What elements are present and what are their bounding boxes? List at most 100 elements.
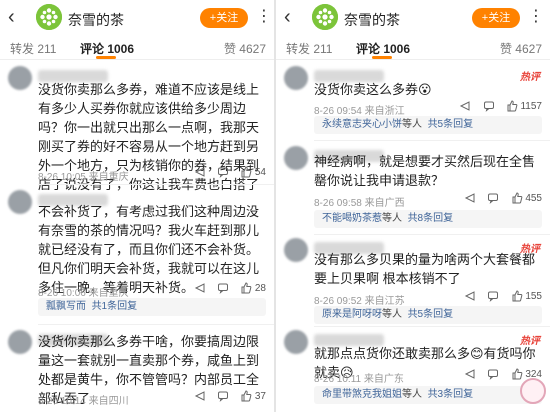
comment-icon[interactable] [217, 390, 229, 402]
active-tab-indicator [96, 56, 116, 59]
reply-count[interactable]: 共3条回复 [428, 389, 474, 400]
tab-repost[interactable]: 转发 211 [10, 40, 56, 57]
reply-count[interactable]: 共8条回复 [408, 213, 454, 224]
commenter-avatar[interactable] [8, 190, 32, 214]
brand-logo-icon [312, 4, 338, 30]
comment-meta: 8-26 09:52 来自江苏 [314, 296, 405, 307]
post-tabs: 转发 211 评论 1006 赞 4627 [0, 38, 274, 60]
comment-icon[interactable] [483, 100, 495, 112]
like-icon[interactable] [511, 192, 523, 204]
account-avatar[interactable] [36, 4, 62, 30]
reply-preview[interactable]: 命里带煞克我姐姐等人 共3条回复 [314, 386, 542, 404]
share-icon[interactable] [194, 166, 206, 178]
share-icon[interactable] [464, 290, 476, 302]
comment-actions: 1157 [459, 100, 542, 112]
comment-divider [38, 324, 274, 325]
share-icon[interactable] [194, 282, 206, 294]
like-count: 155 [525, 290, 542, 302]
comment-meta: 8-26 10:11 来自广东 [314, 374, 404, 385]
back-arrow-icon[interactable]: ‹ [284, 6, 291, 28]
reply-suffix: 等人 [402, 119, 422, 130]
commenter-avatar[interactable] [284, 238, 308, 262]
follow-button[interactable]: +关注 [472, 8, 520, 28]
comment-divider [314, 140, 550, 141]
share-icon[interactable] [194, 390, 206, 402]
tab-likes[interactable]: 赞 4627 [224, 40, 266, 57]
reply-suffix: 等人 [382, 213, 402, 224]
comment-divider [314, 326, 550, 327]
more-options-icon[interactable]: ⋮ [528, 6, 545, 26]
like-icon[interactable] [506, 100, 518, 112]
active-tab-indicator [372, 56, 392, 59]
comment-icon[interactable] [217, 166, 229, 178]
commenter-avatar[interactable] [284, 66, 308, 90]
account-name[interactable]: 奈雪的茶 [344, 10, 400, 30]
share-icon[interactable] [459, 100, 471, 112]
share-icon[interactable] [464, 192, 476, 204]
like-icon[interactable] [511, 290, 523, 302]
right-screenshot: ‹ 奈雪的茶 +关注 ⋮ 转发 211 评论 1006 赞 4627 热评 没货… [276, 0, 550, 412]
tab-comments[interactable]: 评论 1006 [356, 40, 410, 57]
post-tabs: 转发 211 评论 1006 赞 4627 [276, 38, 550, 60]
comment-text: 没有那么多贝果的量为啥两个大套餐都要上贝果啊 根本核销不了 [314, 252, 536, 286]
tab-comments[interactable]: 评论 1006 [80, 40, 134, 57]
reply-author[interactable]: 瓢飘写而 [46, 301, 86, 312]
reply-preview[interactable]: 永续意志夹心小饼等人 共5条回复 [314, 116, 542, 134]
watermark-logo-icon [520, 378, 546, 404]
reply-preview[interactable]: 原来是阿呀呀等人 共5条回复 [314, 306, 542, 324]
comment-text: 神经病啊，就是想要才买然后现在全售罄你说让我申请退款？ [314, 154, 536, 188]
comment-meta: 8-26 10:14 来自四川 [38, 396, 129, 407]
reply-author[interactable]: 原来是阿呀呀 [322, 309, 382, 320]
back-arrow-icon[interactable]: ‹ [8, 6, 15, 28]
commenter-avatar[interactable] [8, 330, 32, 354]
more-options-icon[interactable]: ⋮ [256, 6, 273, 26]
reply-author[interactable]: 不能喝奶茶惹 [322, 213, 382, 224]
account-name[interactable]: 奈雪的茶 [68, 10, 124, 30]
follow-button[interactable]: +关注 [200, 8, 248, 28]
commenter-avatar[interactable] [284, 146, 308, 170]
reply-count[interactable]: 共1条回复 [92, 301, 138, 312]
tab-repost[interactable]: 转发 211 [286, 40, 332, 57]
comment-icon[interactable] [487, 192, 499, 204]
like-count: 54 [254, 166, 266, 178]
account-avatar[interactable] [312, 4, 338, 30]
like-count: 28 [254, 282, 266, 294]
comment-meta: 8-26 09:54 来自浙江 [314, 106, 405, 117]
comment-text: 没货你卖这么多券😮 [314, 82, 432, 97]
comment-divider [314, 234, 550, 235]
comment-icon[interactable] [487, 290, 499, 302]
reply-count[interactable]: 共5条回复 [428, 119, 474, 130]
comment-meta: 8-26 09:58 来自广西 [314, 198, 405, 209]
tab-likes[interactable]: 赞 4627 [500, 40, 542, 57]
reply-preview[interactable]: 瓢飘写而 共1条回复 [38, 298, 266, 316]
like-count: 1157 [520, 100, 542, 112]
comment-actions: 455 [464, 192, 542, 204]
like-icon[interactable] [511, 368, 523, 380]
commenter-avatar[interactable] [284, 330, 308, 354]
comment-icon[interactable] [487, 368, 499, 380]
share-icon[interactable] [464, 368, 476, 380]
reply-author[interactable]: 命里带煞克我姐姐 [322, 389, 402, 400]
reply-suffix: 等人 [382, 309, 402, 320]
comment-divider [38, 184, 274, 185]
like-icon[interactable] [240, 282, 252, 294]
comment-actions: 155 [464, 290, 542, 302]
comment-meta: 8-26 10:06 来自重庆 [38, 288, 129, 299]
comment-actions: 37 [194, 390, 266, 402]
comment-meta: 8-26 10:05 来自重庆 [38, 172, 129, 183]
left-screenshot: ‹ 奈雪的茶 +关注 ⋮ 转发 211 评论 1006 赞 4627 没货你卖那… [0, 0, 274, 412]
like-icon[interactable] [240, 166, 252, 178]
post-header: ‹ 奈雪的茶 +关注 ⋮ [276, 0, 550, 36]
reply-count[interactable]: 共5条回复 [408, 309, 454, 320]
commenter-avatar[interactable] [8, 66, 32, 90]
comment-actions: 28 [194, 282, 266, 294]
like-icon[interactable] [240, 390, 252, 402]
comment-icon[interactable] [217, 282, 229, 294]
like-count: 37 [254, 390, 266, 402]
like-count: 455 [525, 192, 542, 204]
reply-suffix: 等人 [402, 389, 422, 400]
post-header: ‹ 奈雪的茶 +关注 ⋮ [0, 0, 274, 36]
reply-preview[interactable]: 不能喝奶茶惹等人 共8条回复 [314, 210, 542, 228]
brand-logo-icon [36, 4, 62, 30]
reply-author[interactable]: 永续意志夹心小饼 [322, 119, 402, 130]
